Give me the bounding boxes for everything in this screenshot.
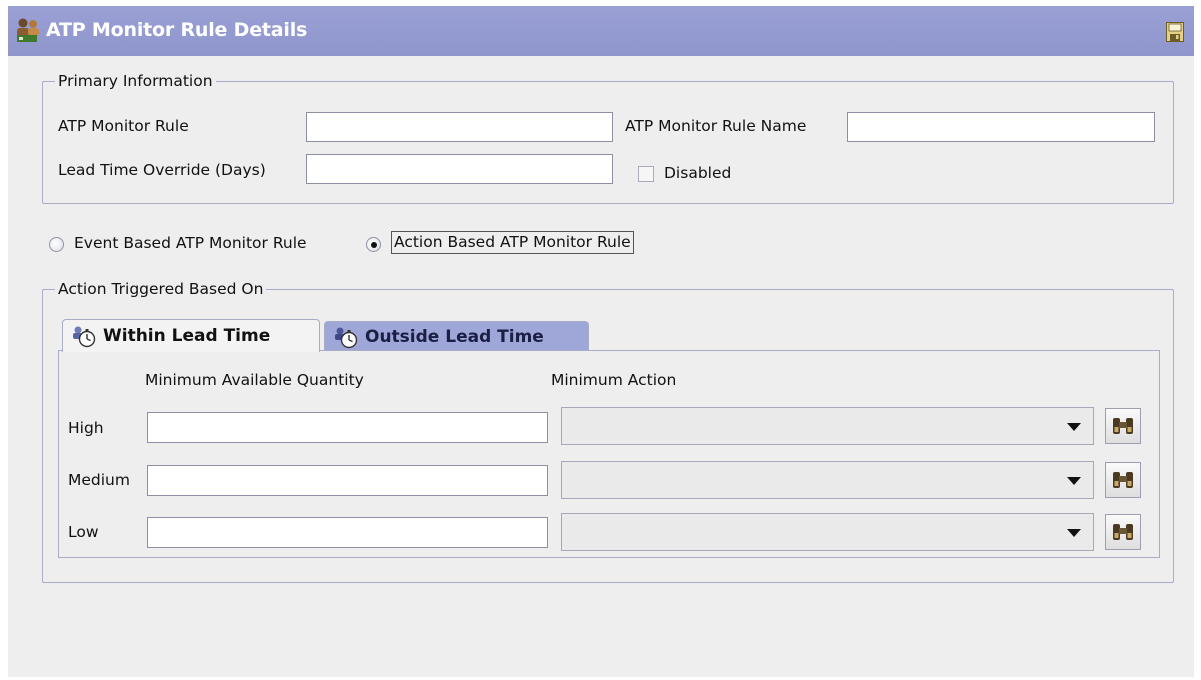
row-label-medium: Medium [68, 471, 130, 489]
tab-outside-lead-time-label: Outside Lead Time [365, 327, 544, 347]
tab-within-lead-time[interactable]: Within Lead Time [62, 319, 320, 352]
minimum-available-quantity-header: Minimum Available Quantity [145, 371, 364, 389]
primary-information-legend: Primary Information [58, 72, 213, 90]
tab-within-lead-time-label: Within Lead Time [103, 326, 271, 346]
atp-monitor-rule-name-label: ATP Monitor Rule Name [625, 117, 807, 135]
medium-quantity-input[interactable] [147, 465, 548, 496]
event-based-radio-label[interactable]: Event Based ATP Monitor Rule [74, 234, 307, 252]
disabled-label: Disabled [664, 164, 732, 182]
minimum-action-header: Minimum Action [551, 371, 677, 389]
action-based-radio-label[interactable]: Action Based ATP Monitor Rule [391, 231, 634, 254]
row-label-high: High [68, 419, 104, 437]
high-action-select[interactable] [561, 407, 1094, 445]
high-quantity-input[interactable] [147, 412, 548, 443]
atp-monitor-rule-name-input[interactable] [847, 112, 1155, 142]
low-action-lookup-button[interactable] [1105, 514, 1141, 550]
binoculars-icon [1113, 524, 1133, 540]
save-icon[interactable] [1166, 22, 1184, 42]
binoculars-icon [1113, 418, 1133, 434]
high-action-lookup-button[interactable] [1105, 408, 1141, 444]
rule-details-panel: ATP Monitor Rule Details Primary Informa… [8, 6, 1194, 677]
binoculars-icon [1113, 472, 1133, 488]
row-label-low: Low [68, 523, 99, 541]
action-triggered-legend: Action Triggered Based On [58, 280, 264, 298]
atp-monitor-rule-label: ATP Monitor Rule [58, 117, 189, 135]
chevron-down-icon [1067, 423, 1081, 431]
event-based-radio[interactable] [49, 237, 64, 252]
within-lead-time-tab-content: Minimum Available Quantity Minimum Actio… [58, 350, 1160, 558]
lead-time-override-label: Lead Time Override (Days) [58, 161, 266, 179]
disabled-checkbox[interactable] [638, 166, 654, 182]
tab-outside-lead-time[interactable]: Outside Lead Time [324, 321, 589, 351]
title-bar: ATP Monitor Rule Details [8, 6, 1194, 56]
action-based-radio[interactable] [366, 237, 381, 252]
medium-action-lookup-button[interactable] [1105, 462, 1141, 498]
lead-time-override-input[interactable] [306, 154, 613, 184]
low-quantity-input[interactable] [147, 517, 548, 548]
stopwatch-icon [73, 326, 96, 348]
chevron-down-icon [1067, 529, 1081, 537]
page-title: ATP Monitor Rule Details [46, 19, 308, 41]
medium-action-select[interactable] [561, 461, 1094, 499]
atp-monitor-rule-input[interactable] [306, 112, 613, 142]
chevron-down-icon [1067, 477, 1081, 485]
rule-users-icon [17, 18, 39, 42]
low-action-select[interactable] [561, 513, 1094, 551]
stopwatch-icon [335, 327, 358, 349]
